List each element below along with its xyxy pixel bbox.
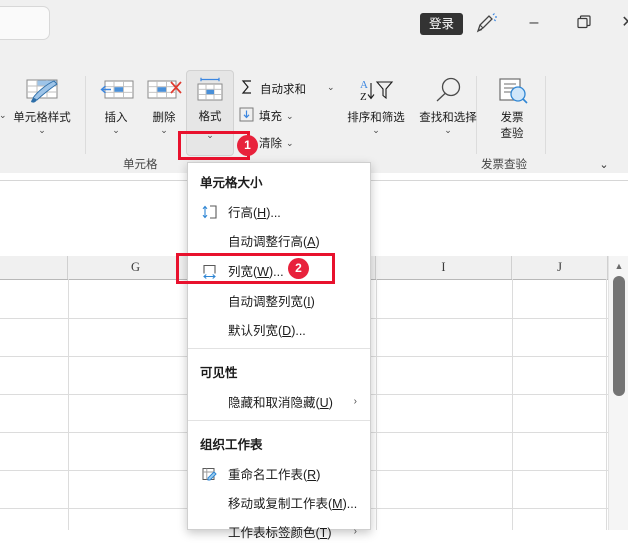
menu-item-autofit-column-width[interactable]: 自动调整列宽(I): [188, 286, 370, 315]
ribbon-collapse-caret-icon[interactable]: ⌄: [594, 158, 614, 176]
clear-caret-icon[interactable]: ⌄: [286, 138, 294, 149]
fill-label: 填充: [259, 111, 282, 123]
row-height-icon: [201, 203, 218, 220]
chevron-down-icon[interactable]: ⌄: [92, 125, 140, 136]
invoice-verify-line2: 查验: [500, 128, 524, 140]
menu-item-label: 工作表标签颜色(T): [228, 526, 332, 540]
format-button-content[interactable]: 格式: [186, 75, 234, 124]
column-header-J[interactable]: J: [512, 256, 608, 279]
annotation-badge-2: 2: [288, 258, 309, 279]
styles-overflow-caret-icon[interactable]: ⌄: [0, 110, 7, 121]
menu-item-autofit-row-height[interactable]: 自动调整行高(A): [188, 226, 370, 255]
column-header-partial[interactable]: [0, 256, 68, 279]
menu-header-organize-sheets: 组织工作表: [200, 438, 263, 452]
fill-caret-icon[interactable]: ⌄: [286, 111, 294, 122]
invoice-verify-button[interactable]: 发票 查验: [482, 76, 542, 141]
svg-text:Z: Z: [360, 91, 367, 103]
format-cells-icon: [190, 77, 230, 108]
group-separator: [85, 76, 86, 154]
menu-header-cell-size: 单元格大小: [200, 176, 263, 190]
delete-label: 删除: [152, 112, 176, 124]
chevron-down-icon[interactable]: ⌄: [4, 125, 80, 136]
fill-down-icon: [238, 106, 255, 126]
menu-item-label: 重命名工作表(R): [228, 468, 321, 482]
sigma-icon: [238, 78, 256, 99]
autosum-button[interactable]: 自动求和: [238, 78, 306, 99]
delete-cells-icon: [143, 80, 185, 109]
menu-separator: [188, 420, 370, 421]
scroll-up-arrow-icon[interactable]: ▲: [611, 258, 627, 274]
grid-vline: [512, 279, 513, 530]
menu-header-visibility: 可见性: [200, 366, 238, 380]
group-separator: [545, 76, 546, 154]
fill-button[interactable]: 填充 ⌄: [238, 106, 294, 126]
close-button[interactable]: ✕: [616, 11, 628, 35]
scrollbar-thumb[interactable]: [613, 276, 625, 396]
maximize-button[interactable]: [570, 11, 596, 35]
annotation-badge-1: 1: [237, 135, 258, 156]
menu-item-label: 移动或复制工作表(M)...: [228, 497, 358, 511]
vertical-scrollbar[interactable]: ▲: [608, 256, 628, 530]
group-label-invoice: 发票查验: [481, 159, 527, 171]
insert-cells-icon: [95, 80, 137, 109]
sort-filter-icon: A Z: [353, 79, 399, 109]
cell-styles-button[interactable]: 单元格样式 ⌄: [4, 76, 80, 136]
menu-item-label: 隐藏和取消隐藏(U): [228, 396, 333, 410]
annotation-highlight-column-width: [176, 253, 335, 284]
chevron-down-icon[interactable]: ⌄: [340, 125, 412, 136]
autosum-label: 自动求和: [260, 83, 306, 96]
find-select-button[interactable]: 查找和选择 ⌄: [412, 76, 484, 136]
menu-item-hide-unhide[interactable]: 隐藏和取消隐藏(U) ›: [188, 387, 370, 416]
cell-styles-icon: [21, 79, 63, 109]
menu-item-label: 自动调整行高(A): [228, 235, 320, 249]
menu-item-label: 默认列宽(D)...: [228, 324, 306, 338]
submenu-arrow-icon[interactable]: ›: [354, 526, 357, 537]
menu-item-default-width[interactable]: 默认列宽(D)...: [188, 315, 370, 344]
submenu-arrow-icon[interactable]: ›: [354, 396, 357, 407]
column-header-I[interactable]: I: [376, 256, 512, 279]
sort-filter-button[interactable]: A Z 排序和筛选 ⌄: [340, 76, 412, 136]
grid-vline: [376, 279, 377, 530]
grid-vline: [68, 279, 69, 530]
menu-item-move-copy-sheet[interactable]: 移动或复制工作表(M)...: [188, 488, 370, 517]
invoice-verify-line1: 发票: [500, 112, 524, 124]
group-label-cells: 单元格: [123, 159, 158, 171]
menu-item-label: 自动调整列宽(I): [228, 295, 315, 309]
ribbon: 单元格样式 ⌄ ⌄ 插入 ⌄ 删除 ⌄ 格式 ⌄ 自动求和 ⌄ 填充 ⌄ 清除 …: [0, 46, 628, 173]
invoice-verify-icon: [492, 78, 532, 109]
magnifier-icon: [427, 77, 469, 109]
pen-highlight-icon[interactable]: [473, 12, 499, 36]
clear-label: 清除: [259, 138, 282, 150]
grid-vline: [606, 279, 607, 530]
svg-text:A: A: [360, 79, 368, 91]
ribbon-body: 单元格样式 ⌄ ⌄ 插入 ⌄ 删除 ⌄ 格式 ⌄ 自动求和 ⌄ 填充 ⌄ 清除 …: [0, 70, 628, 173]
insert-label: 插入: [104, 112, 128, 124]
chevron-down-icon[interactable]: ⌄: [412, 125, 484, 136]
insert-cells-button[interactable]: 插入 ⌄: [92, 76, 140, 136]
menu-item-row-height[interactable]: 行高(H)...: [188, 197, 370, 226]
rename-sheet-icon: [201, 465, 218, 482]
sort-filter-label: 排序和筛选: [347, 112, 405, 124]
autosum-caret-icon[interactable]: ⌄: [327, 82, 335, 93]
title-bar: 登录 – ✕: [0, 0, 628, 46]
format-dropdown-menu[interactable]: 单元格大小 行高(H)... 自动调整行高(A) 列宽(W)... 自动调整列宽…: [187, 162, 371, 540]
sheet-tab-stub[interactable]: [0, 6, 50, 40]
sign-in-button[interactable]: 登录: [420, 13, 464, 35]
format-label: 格式: [198, 111, 222, 123]
find-select-label: 查找和选择: [419, 112, 477, 124]
delete-cells-button[interactable]: 删除 ⌄: [140, 76, 188, 136]
cell-styles-label: 单元格样式: [13, 112, 71, 124]
menu-separator: [188, 348, 370, 349]
menu-item-tab-color[interactable]: 工作表标签颜色(T) ›: [188, 517, 370, 546]
minimize-button[interactable]: –: [521, 11, 547, 35]
menu-item-label: 行高(H)...: [228, 206, 281, 220]
menu-item-rename-sheet[interactable]: 重命名工作表(R): [188, 459, 370, 488]
